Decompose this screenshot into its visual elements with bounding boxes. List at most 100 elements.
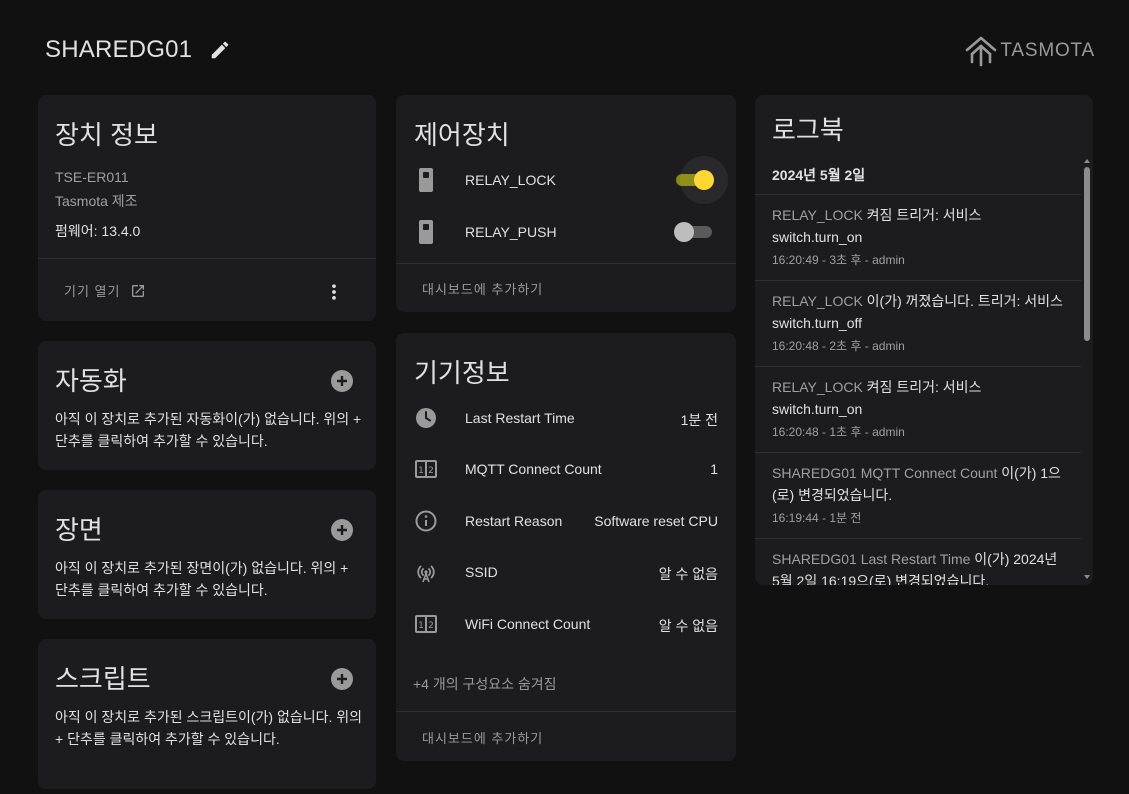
diag-label: Restart Reason: [465, 513, 563, 529]
external-link-icon: [132, 284, 145, 297]
log-entity-link[interactable]: SHAREDG01 Last Restart Time: [772, 551, 970, 567]
dots-vertical-icon: [332, 284, 336, 300]
log-meta: 16:20:48 - 2초 후 - admin: [772, 339, 905, 353]
logbook-title: 로그북: [772, 115, 844, 145]
plus-icon: [337, 376, 347, 386]
automation-empty-text: 아직 이 장치로 추가된 자동화이(가) 없습니다. 위의 + 단추를 클릭하여…: [55, 411, 362, 449]
scripts-empty-text: 아직 이 장치로 추가된 스크립트이(가) 없습니다. 위의 + 단추를 클릭하…: [55, 709, 363, 747]
pencil-icon: [211, 41, 229, 59]
diag-row-ssid[interactable]: SSID 알 수 없음: [396, 554, 736, 590]
relay-lock-toggle[interactable]: [674, 168, 714, 192]
diag-row-mqtt-count[interactable]: 12 MQTT Connect Count 1: [396, 451, 736, 487]
device-manufacturer: Tasmota 제조: [55, 193, 138, 209]
add-automation-button[interactable]: [331, 370, 353, 392]
scroll-down-arrow[interactable]: [1084, 575, 1090, 579]
device-info-card: 장치 정보 TSE-ER011 Tasmota 제조 펌웨어: 13.4.0 기…: [38, 95, 376, 321]
scripts-card: 스크립트 아직 이 장치로 추가된 스크립트이(가) 없습니다. 위의 + 단추…: [38, 639, 376, 789]
logbook-scrollbar[interactable]: [1083, 157, 1091, 581]
svg-text:1: 1: [418, 466, 424, 476]
controls-card: 제어장치 RELAY_LOCK RELAY_PUSH 대시보드에 추가하기: [396, 95, 736, 312]
logbook-date: 2024년 5월 2일: [772, 167, 866, 183]
log-entity-link[interactable]: RELAY_LOCK: [772, 293, 863, 309]
scroll-thumb[interactable]: [1084, 167, 1090, 341]
diag-label: SSID: [465, 564, 498, 580]
scripts-title: 스크립트: [55, 664, 151, 694]
scenes-card: 장면 아직 이 장치로 추가된 장면이(가) 없습니다. 위의 + 단추를 클릭…: [38, 490, 376, 619]
more-options-button[interactable]: [322, 280, 346, 304]
control-row-relay-push[interactable]: RELAY_PUSH: [396, 212, 736, 252]
diag-value: 1분 전: [680, 412, 718, 428]
svg-text:1: 1: [418, 621, 424, 631]
diag-row-restart-reason[interactable]: Restart Reason Software reset CPU: [396, 503, 736, 539]
device-info-title: 장치 정보: [55, 120, 158, 150]
logbook-card: 로그북 2024년 5월 2일 RELAY_LOCK 켜짐 트리거: 서비스 s…: [755, 95, 1093, 585]
wifi-antenna-icon: [417, 565, 435, 583]
counter-icon: 12: [415, 460, 437, 478]
log-entity-link[interactable]: RELAY_LOCK: [772, 207, 863, 223]
control-label[interactable]: RELAY_LOCK: [465, 172, 556, 188]
log-entry: RELAY_LOCK 켜짐 트리거: 서비스 switch.turn_on 16…: [755, 366, 1081, 452]
open-device-link[interactable]: 기기 열기: [64, 281, 146, 300]
scenes-title: 장면: [55, 515, 103, 545]
card-divider: [396, 263, 736, 264]
log-entry: RELAY_LOCK 켜짐 트리거: 서비스 switch.turn_on 16…: [755, 194, 1081, 280]
add-to-dashboard-button[interactable]: 대시보드에 추가하기: [422, 279, 543, 298]
counter-icon: 12: [415, 615, 437, 633]
hidden-entities-link[interactable]: +4 개의 구성요소 숨겨짐: [413, 674, 557, 694]
diag-label: WiFi Connect Count: [465, 616, 591, 632]
log-message: RELAY_LOCK 켜짐 트리거: 서비스 switch.turn_on: [772, 376, 1064, 420]
diag-value: 1: [710, 461, 718, 477]
tasmota-logo-icon: [966, 36, 997, 67]
scenes-empty-text: 아직 이 장치로 추가된 장면이(가) 없습니다. 위의 + 단추를 클릭하여 …: [55, 560, 349, 598]
diag-value: Software reset CPU: [594, 513, 718, 529]
svg-text:2: 2: [428, 621, 434, 631]
diagnostics-title: 기기정보: [414, 358, 510, 388]
info-icon: [415, 510, 437, 532]
plus-icon: [337, 674, 347, 684]
switch-device-icon[interactable]: [416, 167, 436, 193]
device-firmware: 펌웨어: 13.4.0: [55, 223, 141, 239]
page-title: SHAREDG01: [45, 36, 193, 63]
log-entry: RELAY_LOCK 이(가) 꺼졌습니다. 트리거: 서비스 switch.t…: [755, 280, 1081, 366]
add-scene-button[interactable]: [331, 519, 353, 541]
relay-push-toggle[interactable]: [674, 220, 714, 244]
card-divider: [38, 258, 376, 259]
control-label[interactable]: RELAY_PUSH: [465, 224, 557, 240]
log-entry: SHAREDG01 Last Restart Time 이(가) 2024년 5…: [755, 538, 1081, 585]
log-message: RELAY_LOCK 이(가) 꺼졌습니다. 트리거: 서비스 switch.t…: [772, 290, 1064, 334]
diag-label: MQTT Connect Count: [465, 461, 602, 477]
control-row-relay-lock[interactable]: RELAY_LOCK: [396, 160, 736, 200]
log-entity-link[interactable]: SHAREDG01 MQTT Connect Count: [772, 465, 997, 481]
logbook-list: RELAY_LOCK 켜짐 트리거: 서비스 switch.turn_on 16…: [755, 194, 1081, 585]
open-device-label: 기기 열기: [64, 284, 121, 299]
diag-row-wifi-count[interactable]: 12 WiFi Connect Count 알 수 없음: [396, 606, 736, 642]
diag-label: Last Restart Time: [465, 410, 575, 426]
log-message: SHAREDG01 MQTT Connect Count 이(가) 1으(로) …: [772, 462, 1064, 506]
automation-card: 자동화 아직 이 장치로 추가된 자동화이(가) 없습니다. 위의 + 단추를 …: [38, 341, 376, 470]
scroll-up-arrow[interactable]: [1084, 159, 1090, 163]
brand-name: TASMOTA: [1000, 40, 1095, 61]
add-script-button[interactable]: [331, 668, 353, 690]
log-message: RELAY_LOCK 켜짐 트리거: 서비스 switch.turn_on: [772, 204, 1064, 248]
clock-icon: [416, 408, 436, 428]
card-divider: [396, 711, 736, 712]
log-message: SHAREDG01 Last Restart Time 이(가) 2024년 5…: [772, 548, 1064, 585]
automation-title: 자동화: [55, 366, 127, 396]
device-model: TSE-ER011: [55, 169, 129, 185]
log-meta: 16:20:49 - 3초 후 - admin: [772, 253, 905, 267]
diag-value: 알 수 없음: [658, 618, 718, 634]
log-entity-link[interactable]: RELAY_LOCK: [772, 379, 863, 395]
diag-value: 알 수 없음: [658, 566, 718, 582]
add-to-dashboard-button[interactable]: 대시보드에 추가하기: [422, 728, 543, 747]
diag-row-last-restart[interactable]: Last Restart Time 1분 전: [396, 400, 736, 436]
svg-text:2: 2: [428, 466, 434, 476]
page-header: SHAREDG01: [45, 36, 232, 64]
log-meta: 16:20:48 - 1초 후 - admin: [772, 425, 905, 439]
log-meta: 16:19:44 - 1분 전: [772, 511, 862, 525]
switch-device-icon[interactable]: [416, 219, 436, 245]
log-entry: SHAREDG01 MQTT Connect Count 이(가) 1으(로) …: [755, 452, 1081, 538]
edit-name-button[interactable]: [208, 38, 232, 62]
diagnostics-card: 기기정보 Last Restart Time 1분 전 12 MQTT Conn…: [396, 333, 736, 761]
controls-title: 제어장치: [414, 120, 510, 150]
plus-icon: [337, 525, 347, 535]
